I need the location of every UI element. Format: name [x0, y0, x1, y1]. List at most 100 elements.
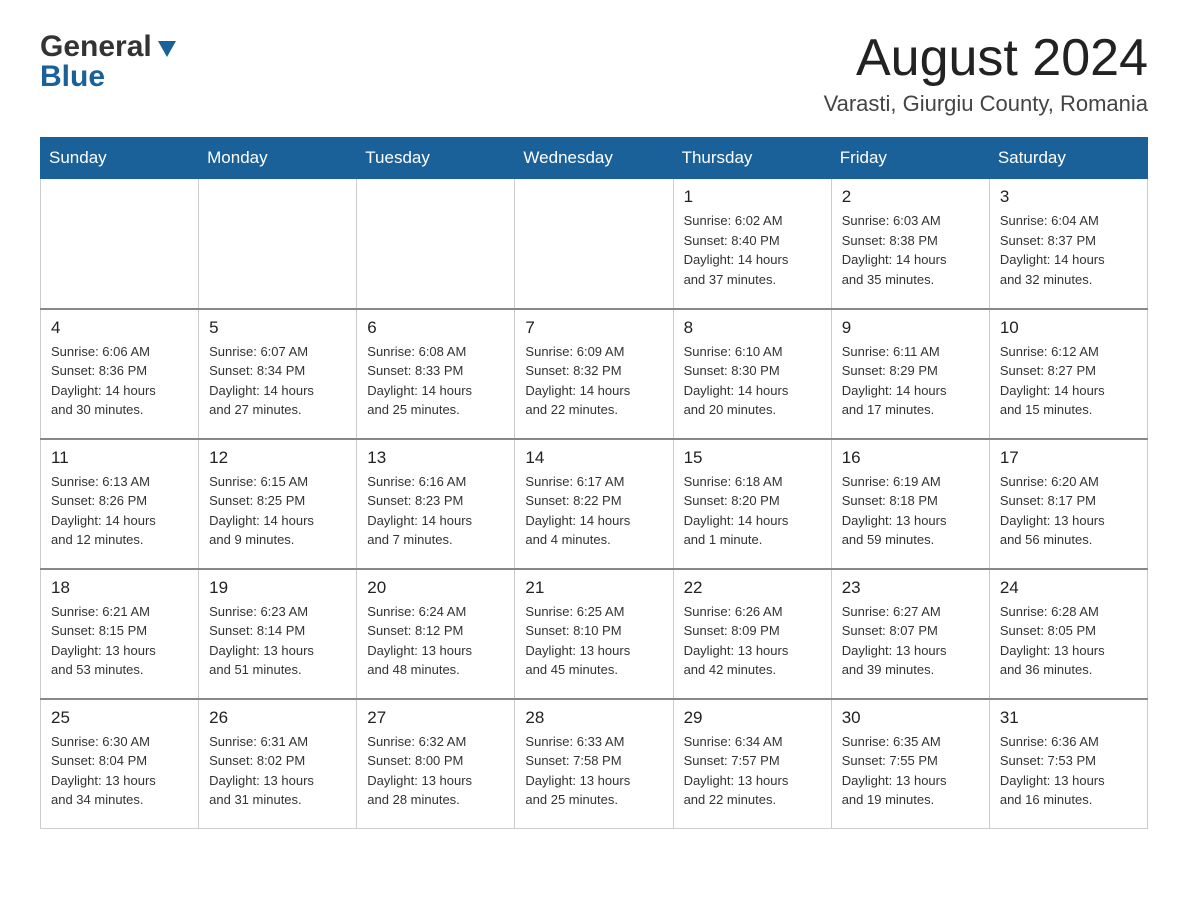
- day-info: Sunrise: 6:09 AM Sunset: 8:32 PM Dayligh…: [525, 342, 662, 420]
- location-subtitle: Varasti, Giurgiu County, Romania: [824, 91, 1148, 117]
- day-info: Sunrise: 6:36 AM Sunset: 7:53 PM Dayligh…: [1000, 732, 1137, 810]
- day-number: 22: [684, 578, 821, 598]
- day-number: 21: [525, 578, 662, 598]
- day-info: Sunrise: 6:23 AM Sunset: 8:14 PM Dayligh…: [209, 602, 346, 680]
- calendar-cell: 2 Sunrise: 6:03 AM Sunset: 8:38 PM Daylig…: [831, 179, 989, 309]
- calendar-cell: 18Sunrise: 6:21 AM Sunset: 8:15 PM Dayli…: [41, 569, 199, 699]
- day-number: 29: [684, 708, 821, 728]
- day-number: 8: [684, 318, 821, 338]
- weekday-header-thursday: Thursday: [673, 138, 831, 179]
- day-info: Sunrise: 6:28 AM Sunset: 8:05 PM Dayligh…: [1000, 602, 1137, 680]
- day-number: 3: [1000, 187, 1137, 207]
- logo-general-text: General: [40, 30, 152, 64]
- calendar-cell: 17 Sunrise: 6:20 AM Sunset: 8:17 PM Dayli…: [989, 439, 1147, 569]
- day-number: 31: [1000, 708, 1137, 728]
- calendar-week-row: 18Sunrise: 6:21 AM Sunset: 8:15 PM Dayli…: [41, 569, 1148, 699]
- logo-blue-text: Blue: [40, 60, 105, 94]
- calendar-cell: 26 Sunrise: 6:31 AM Sunset: 8:02 PM Dayli…: [199, 699, 357, 829]
- weekday-header-sunday: Sunday: [41, 138, 199, 179]
- weekday-header-tuesday: Tuesday: [357, 138, 515, 179]
- calendar-cell: 11Sunrise: 6:13 AM Sunset: 8:26 PM Dayli…: [41, 439, 199, 569]
- weekday-header-wednesday: Wednesday: [515, 138, 673, 179]
- calendar-cell: 4 Sunrise: 6:06 AM Sunset: 8:36 PM Daylig…: [41, 309, 199, 439]
- page-header: General Blue August 2024 Varasti, Giurgi…: [40, 30, 1148, 117]
- calendar-cell: 6Sunrise: 6:08 AM Sunset: 8:33 PM Daylig…: [357, 309, 515, 439]
- calendar-cell: [199, 179, 357, 309]
- day-number: 2: [842, 187, 979, 207]
- day-info: Sunrise: 6:03 AM Sunset: 8:38 PM Dayligh…: [842, 211, 979, 289]
- calendar-header-row: SundayMondayTuesdayWednesdayThursdayFrid…: [41, 138, 1148, 179]
- day-info: Sunrise: 6:27 AM Sunset: 8:07 PM Dayligh…: [842, 602, 979, 680]
- calendar-cell: 15Sunrise: 6:18 AM Sunset: 8:20 PM Dayli…: [673, 439, 831, 569]
- calendar-cell: 7 Sunrise: 6:09 AM Sunset: 8:32 PM Daylig…: [515, 309, 673, 439]
- day-number: 13: [367, 448, 504, 468]
- day-number: 15: [684, 448, 821, 468]
- day-number: 30: [842, 708, 979, 728]
- day-info: Sunrise: 6:33 AM Sunset: 7:58 PM Dayligh…: [525, 732, 662, 810]
- day-info: Sunrise: 6:21 AM Sunset: 8:15 PM Dayligh…: [51, 602, 188, 680]
- calendar-cell: 19 Sunrise: 6:23 AM Sunset: 8:14 PM Dayli…: [199, 569, 357, 699]
- title-section: August 2024 Varasti, Giurgiu County, Rom…: [824, 30, 1148, 117]
- calendar-table: SundayMondayTuesdayWednesdayThursdayFrid…: [40, 137, 1148, 829]
- calendar-cell: 25Sunrise: 6:30 AM Sunset: 8:04 PM Dayli…: [41, 699, 199, 829]
- calendar-cell: 10 Sunrise: 6:12 AM Sunset: 8:27 PM Dayli…: [989, 309, 1147, 439]
- calendar-cell: 27Sunrise: 6:32 AM Sunset: 8:00 PM Dayli…: [357, 699, 515, 829]
- day-info: Sunrise: 6:12 AM Sunset: 8:27 PM Dayligh…: [1000, 342, 1137, 420]
- day-info: Sunrise: 6:16 AM Sunset: 8:23 PM Dayligh…: [367, 472, 504, 550]
- day-number: 20: [367, 578, 504, 598]
- calendar-week-row: 25Sunrise: 6:30 AM Sunset: 8:04 PM Dayli…: [41, 699, 1148, 829]
- day-info: Sunrise: 6:07 AM Sunset: 8:34 PM Dayligh…: [209, 342, 346, 420]
- calendar-cell: 8Sunrise: 6:10 AM Sunset: 8:30 PM Daylig…: [673, 309, 831, 439]
- calendar-cell: 12 Sunrise: 6:15 AM Sunset: 8:25 PM Dayli…: [199, 439, 357, 569]
- logo: General Blue: [40, 30, 178, 94]
- day-info: Sunrise: 6:11 AM Sunset: 8:29 PM Dayligh…: [842, 342, 979, 420]
- day-number: 12: [209, 448, 346, 468]
- day-number: 5: [209, 318, 346, 338]
- calendar-cell: 22 Sunrise: 6:26 AM Sunset: 8:09 PM Dayli…: [673, 569, 831, 699]
- calendar-cell: 21 Sunrise: 6:25 AM Sunset: 8:10 PM Dayli…: [515, 569, 673, 699]
- calendar-week-row: 1 Sunrise: 6:02 AM Sunset: 8:40 PM Daylig…: [41, 179, 1148, 309]
- calendar-cell: 30 Sunrise: 6:35 AM Sunset: 7:55 PM Dayli…: [831, 699, 989, 829]
- day-info: Sunrise: 6:30 AM Sunset: 8:04 PM Dayligh…: [51, 732, 188, 810]
- day-info: Sunrise: 6:20 AM Sunset: 8:17 PM Dayligh…: [1000, 472, 1137, 550]
- calendar-cell: 9Sunrise: 6:11 AM Sunset: 8:29 PM Daylig…: [831, 309, 989, 439]
- day-info: Sunrise: 6:26 AM Sunset: 8:09 PM Dayligh…: [684, 602, 821, 680]
- day-number: 16: [842, 448, 979, 468]
- day-number: 23: [842, 578, 979, 598]
- day-info: Sunrise: 6:06 AM Sunset: 8:36 PM Dayligh…: [51, 342, 188, 420]
- day-info: Sunrise: 6:15 AM Sunset: 8:25 PM Dayligh…: [209, 472, 346, 550]
- day-number: 28: [525, 708, 662, 728]
- day-info: Sunrise: 6:02 AM Sunset: 8:40 PM Dayligh…: [684, 211, 821, 289]
- day-number: 6: [367, 318, 504, 338]
- day-number: 17: [1000, 448, 1137, 468]
- calendar-cell: 13 Sunrise: 6:16 AM Sunset: 8:23 PM Dayli…: [357, 439, 515, 569]
- day-number: 1: [684, 187, 821, 207]
- day-number: 4: [51, 318, 188, 338]
- calendar-cell: 29 Sunrise: 6:34 AM Sunset: 7:57 PM Dayli…: [673, 699, 831, 829]
- day-info: Sunrise: 6:31 AM Sunset: 8:02 PM Dayligh…: [209, 732, 346, 810]
- day-info: Sunrise: 6:35 AM Sunset: 7:55 PM Dayligh…: [842, 732, 979, 810]
- day-number: 10: [1000, 318, 1137, 338]
- calendar-cell: 23 Sunrise: 6:27 AM Sunset: 8:07 PM Dayli…: [831, 569, 989, 699]
- weekday-header-monday: Monday: [199, 138, 357, 179]
- day-info: Sunrise: 6:25 AM Sunset: 8:10 PM Dayligh…: [525, 602, 662, 680]
- calendar-week-row: 4 Sunrise: 6:06 AM Sunset: 8:36 PM Daylig…: [41, 309, 1148, 439]
- day-number: 7: [525, 318, 662, 338]
- month-title: August 2024: [824, 30, 1148, 87]
- day-info: Sunrise: 6:17 AM Sunset: 8:22 PM Dayligh…: [525, 472, 662, 550]
- day-number: 24: [1000, 578, 1137, 598]
- calendar-cell: 14 Sunrise: 6:17 AM Sunset: 8:22 PM Dayli…: [515, 439, 673, 569]
- calendar-cell: 20 Sunrise: 6:24 AM Sunset: 8:12 PM Dayli…: [357, 569, 515, 699]
- calendar-cell: 5 Sunrise: 6:07 AM Sunset: 8:34 PM Daylig…: [199, 309, 357, 439]
- day-number: 14: [525, 448, 662, 468]
- calendar-cell: 16Sunrise: 6:19 AM Sunset: 8:18 PM Dayli…: [831, 439, 989, 569]
- calendar-cell: 1 Sunrise: 6:02 AM Sunset: 8:40 PM Daylig…: [673, 179, 831, 309]
- logo-arrow-icon: [156, 37, 178, 59]
- day-info: Sunrise: 6:13 AM Sunset: 8:26 PM Dayligh…: [51, 472, 188, 550]
- day-number: 19: [209, 578, 346, 598]
- day-info: Sunrise: 6:24 AM Sunset: 8:12 PM Dayligh…: [367, 602, 504, 680]
- day-info: Sunrise: 6:34 AM Sunset: 7:57 PM Dayligh…: [684, 732, 821, 810]
- calendar-cell: 31 Sunrise: 6:36 AM Sunset: 7:53 PM Dayli…: [989, 699, 1147, 829]
- day-number: 26: [209, 708, 346, 728]
- calendar-cell: 24 Sunrise: 6:28 AM Sunset: 8:05 PM Dayli…: [989, 569, 1147, 699]
